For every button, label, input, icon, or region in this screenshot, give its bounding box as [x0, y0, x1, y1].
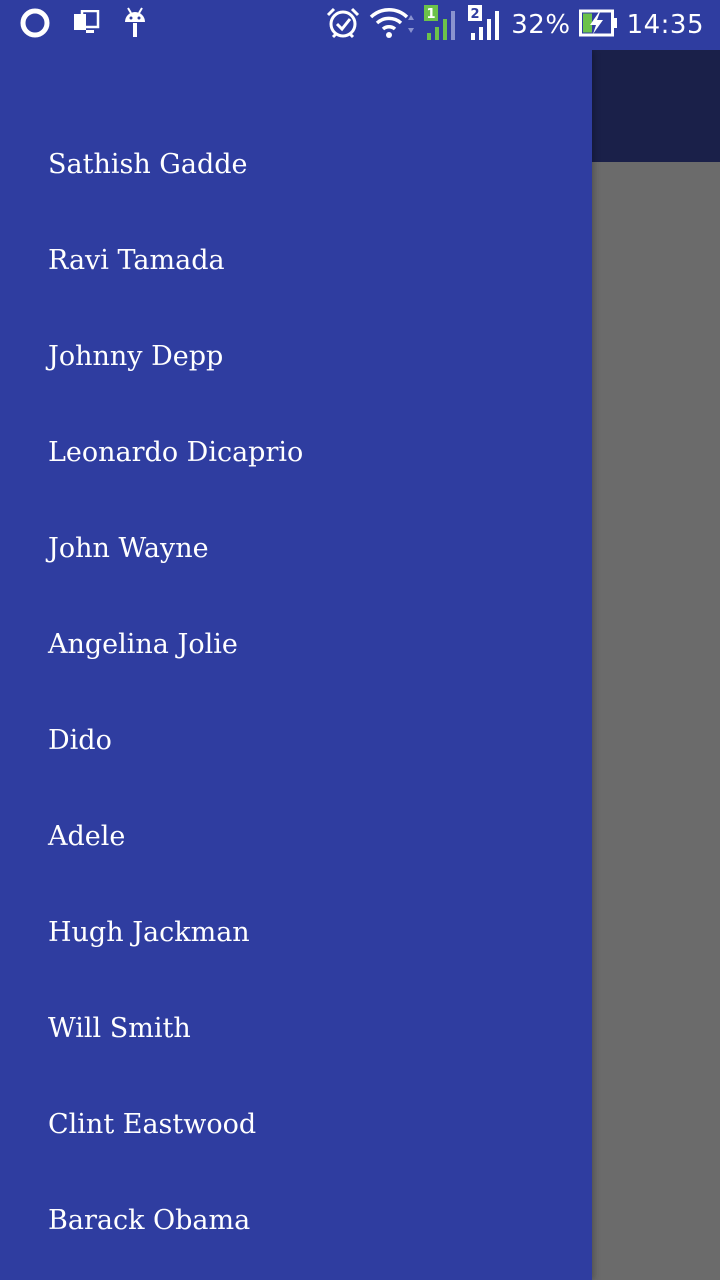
drawer-item-label: Ravi Tamada: [48, 244, 225, 276]
system-icons: 1 2 32% 14:35: [325, 5, 704, 45]
drawer-item-label: Leonardo Dicaprio: [48, 436, 304, 468]
drawer-item[interactable]: Johnny Depp: [0, 308, 592, 404]
drawer-item[interactable]: Hugh Jackman: [0, 884, 592, 980]
wifi-icon: [369, 7, 415, 43]
drawer-item[interactable]: Leonardo Dicaprio: [0, 404, 592, 500]
drawer-item-label: Sathish Gadde: [48, 148, 248, 180]
sim1-label: 1: [427, 7, 436, 22]
status-bar: 1 2 32% 14:35: [0, 0, 720, 50]
drawer-item[interactable]: John Wayne: [0, 500, 592, 596]
drawer-item[interactable]: Ravi Tamada: [0, 212, 592, 308]
drawer-item[interactable]: Angelina Jolie: [0, 596, 592, 692]
drawer-item[interactable]: Dido: [0, 692, 592, 788]
drawer-item[interactable]: Will Smith: [0, 980, 592, 1076]
drawer-item-label: Hugh Jackman: [48, 916, 250, 948]
drawer-item-label: Barack Obama: [48, 1204, 251, 1236]
android-icon: [122, 7, 148, 43]
drawer-item-label: Angelina Jolie: [48, 628, 238, 660]
drawer-item-label: Johnny Depp: [48, 340, 224, 372]
navigation-drawer: Sathish Gadde Ravi Tamada Johnny Depp Le…: [0, 50, 592, 1280]
notification-icons: [20, 7, 148, 43]
opera-icon: [20, 8, 50, 42]
drawer-item[interactable]: Sathish Gadde: [0, 116, 592, 212]
drawer-list: Sathish Gadde Ravi Tamada Johnny Depp Le…: [0, 50, 592, 1268]
drawer-item-label: Clint Eastwood: [48, 1108, 257, 1140]
signal-sim1-icon: 1: [423, 5, 459, 45]
battery-percent: 32%: [511, 10, 571, 40]
drawer-item-label: John Wayne: [48, 532, 209, 564]
drawer-item[interactable]: Barack Obama: [0, 1172, 592, 1268]
drawer-item-label: Adele: [48, 820, 126, 852]
alarm-icon: [325, 6, 361, 44]
drawer-item[interactable]: Adele: [0, 788, 592, 884]
screen-mirror-icon: [72, 9, 100, 40]
signal-sim2-icon: 2: [467, 5, 503, 45]
battery-charging-icon: [578, 9, 619, 41]
drawer-item[interactable]: Clint Eastwood: [0, 1076, 592, 1172]
drawer-item-label: Will Smith: [48, 1012, 191, 1044]
clock: 14:35: [626, 10, 704, 40]
sim2-label: 2: [471, 7, 480, 22]
drawer-item-label: Dido: [48, 724, 112, 756]
